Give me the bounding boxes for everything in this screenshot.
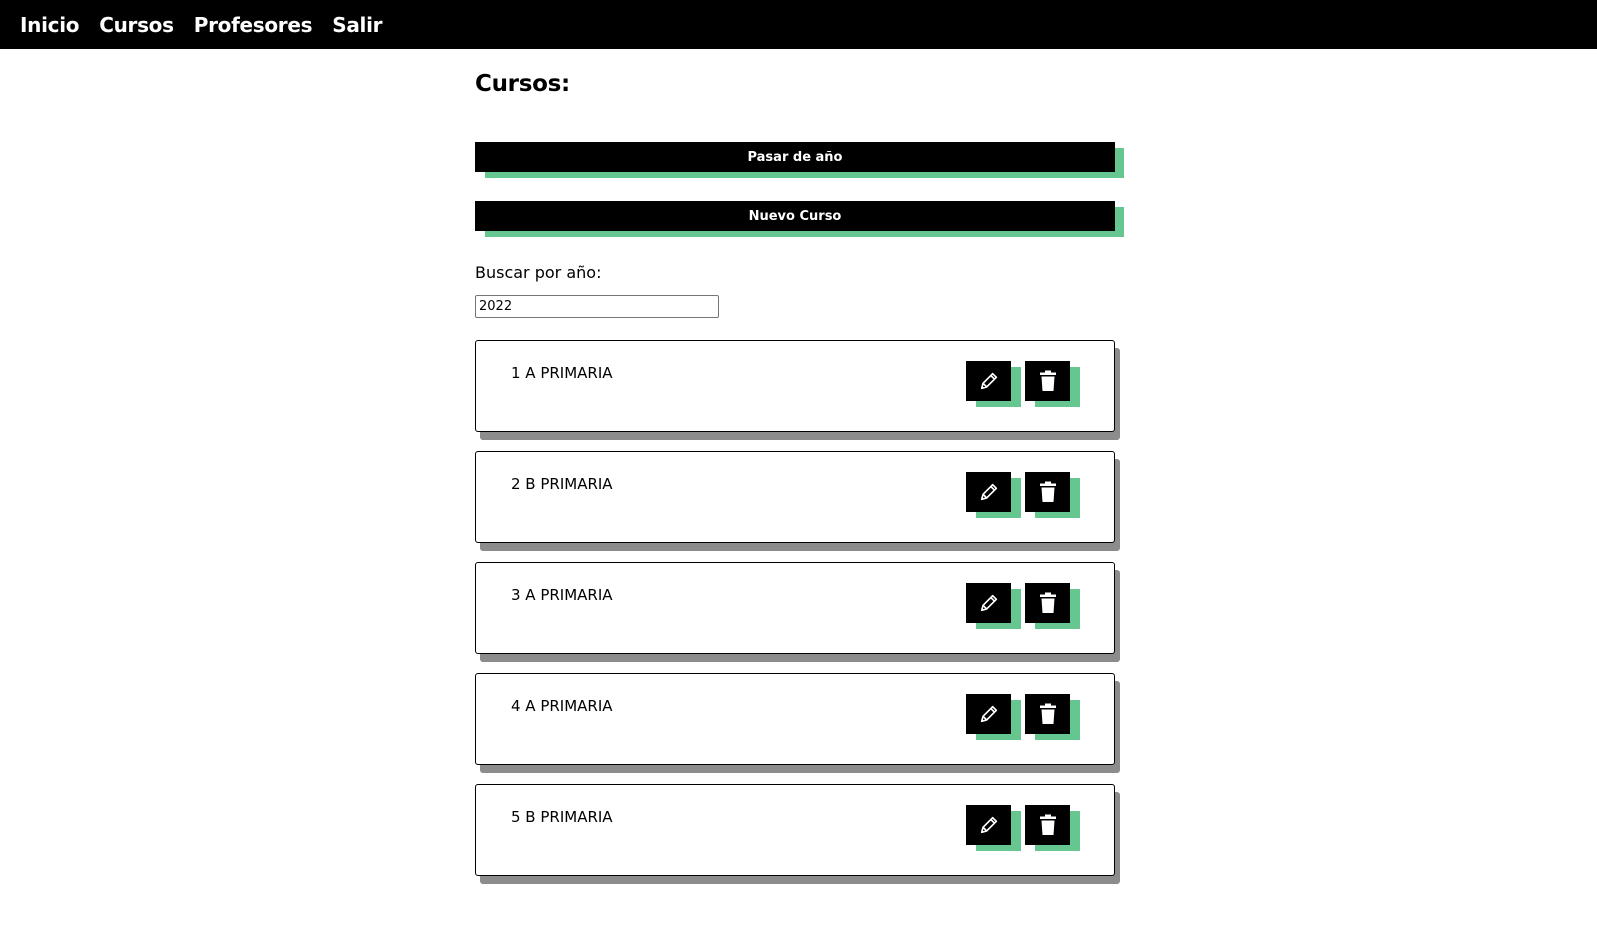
- edit-course-button[interactable]: [966, 583, 1011, 623]
- trash-icon: [1038, 592, 1058, 614]
- pass-year-button-wrapper: Pasar de año: [475, 142, 1124, 178]
- course-name: 4 A PRIMARIA: [511, 697, 613, 715]
- course-name: 3 A PRIMARIA: [511, 586, 613, 604]
- course-card: 4 A PRIMARIA: [475, 673, 1125, 773]
- delete-course-button[interactable]: [1025, 472, 1070, 512]
- edit-course-button[interactable]: [966, 805, 1011, 845]
- delete-button-wrapper: [1025, 583, 1080, 629]
- course-card-body: 5 B PRIMARIA: [475, 784, 1115, 876]
- trash-icon: [1038, 703, 1058, 725]
- delete-course-button[interactable]: [1025, 361, 1070, 401]
- edit-course-button[interactable]: [966, 694, 1011, 734]
- edit-course-button[interactable]: [966, 361, 1011, 401]
- search-year-label: Buscar por año:: [475, 263, 602, 282]
- edit-button-wrapper: [966, 472, 1021, 518]
- delete-course-button[interactable]: [1025, 583, 1070, 623]
- edit-button-wrapper: [966, 805, 1021, 851]
- new-course-button[interactable]: Nuevo Curso: [475, 201, 1115, 231]
- edit-button-wrapper: [966, 583, 1021, 629]
- pencil-icon: [978, 481, 1000, 503]
- course-name: 5 B PRIMARIA: [511, 808, 613, 826]
- delete-button-wrapper: [1025, 805, 1080, 851]
- course-card: 1 A PRIMARIA: [475, 340, 1125, 440]
- edit-course-button[interactable]: [966, 472, 1011, 512]
- trash-icon: [1038, 481, 1058, 503]
- trash-icon: [1038, 370, 1058, 392]
- search-year-input[interactable]: [475, 295, 719, 318]
- course-card-body: 1 A PRIMARIA: [475, 340, 1115, 432]
- top-navbar: Inicio Cursos Profesores Salir: [0, 0, 1597, 49]
- edit-button-wrapper: [966, 361, 1021, 407]
- course-name: 2 B PRIMARIA: [511, 475, 613, 493]
- nav-link-salir[interactable]: Salir: [332, 13, 382, 37]
- new-course-button-wrapper: Nuevo Curso: [475, 201, 1124, 237]
- page-title: Cursos:: [475, 71, 570, 97]
- delete-button-wrapper: [1025, 472, 1080, 518]
- course-card: 5 B PRIMARIA: [475, 784, 1125, 884]
- pencil-icon: [978, 370, 1000, 392]
- course-card-body: 4 A PRIMARIA: [475, 673, 1115, 765]
- nav-link-profesores[interactable]: Profesores: [194, 13, 313, 37]
- course-card-body: 2 B PRIMARIA: [475, 451, 1115, 543]
- delete-course-button[interactable]: [1025, 694, 1070, 734]
- delete-course-button[interactable]: [1025, 805, 1070, 845]
- course-name: 1 A PRIMARIA: [511, 364, 613, 382]
- course-card: 2 B PRIMARIA: [475, 451, 1125, 551]
- edit-button-wrapper: [966, 694, 1021, 740]
- delete-button-wrapper: [1025, 694, 1080, 740]
- pencil-icon: [978, 703, 1000, 725]
- trash-icon: [1038, 814, 1058, 836]
- pencil-icon: [978, 592, 1000, 614]
- nav-link-inicio[interactable]: Inicio: [20, 13, 79, 37]
- pass-year-button[interactable]: Pasar de año: [475, 142, 1115, 172]
- course-card: 3 A PRIMARIA: [475, 562, 1125, 662]
- nav-link-cursos[interactable]: Cursos: [99, 13, 174, 37]
- pencil-icon: [978, 814, 1000, 836]
- delete-button-wrapper: [1025, 361, 1080, 407]
- course-card-body: 3 A PRIMARIA: [475, 562, 1115, 654]
